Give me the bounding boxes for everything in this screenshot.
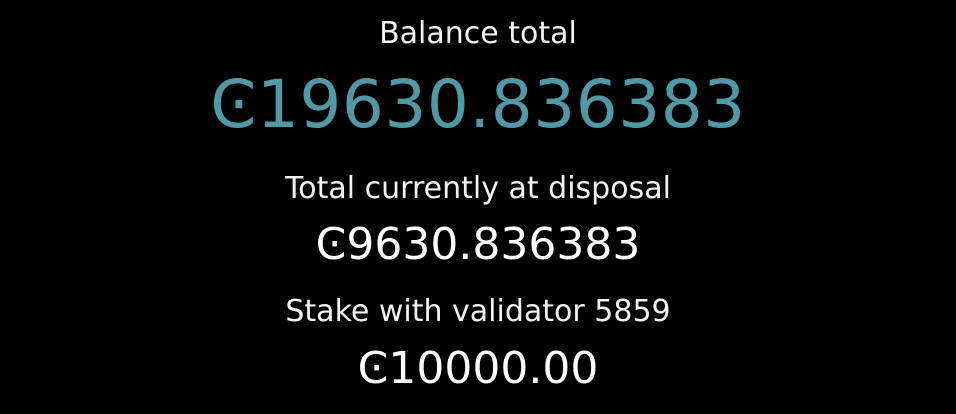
disposal-total-label: Total currently at disposal: [285, 171, 671, 206]
balance-total-label: Balance total: [379, 16, 577, 51]
disposal-total-value: Ͼ9630.836383: [315, 219, 641, 270]
validator-stake-label: Stake with validator 5859: [285, 294, 671, 329]
balance-total-value: Ͼ19630.836383: [210, 66, 746, 143]
balance-screen: Balance total Ͼ19630.836383 Total curren…: [0, 0, 956, 414]
validator-stake-value: Ͼ10000.00: [357, 343, 599, 394]
